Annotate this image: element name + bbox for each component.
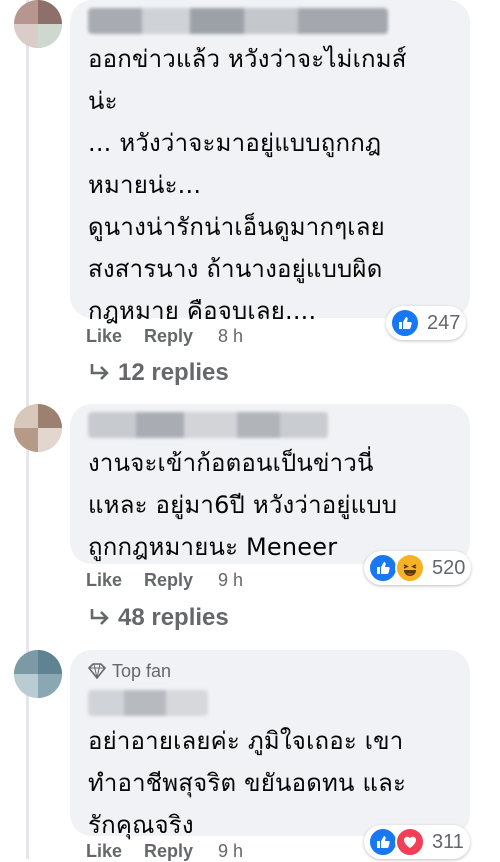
like-icon	[368, 827, 398, 857]
commenter-name-blurred[interactable]	[88, 412, 328, 438]
reaction-count: 520	[432, 556, 466, 579]
love-icon	[395, 827, 425, 857]
reply-arrow-icon	[90, 609, 109, 625]
comment-bubble: ออกข่าวแล้ว หวังว่าจะไม่เกมส์ น่ะ ... หว…	[70, 0, 470, 325]
like-icon	[368, 553, 398, 583]
comment-bubble: Top fan อย่าอายเลยค่ะ ภูมิใจเถอะ เขา ทำอ…	[70, 650, 470, 839]
reaction-count: 311	[432, 830, 464, 853]
commenter-name-blurred[interactable]	[88, 8, 388, 34]
timestamp[interactable]: 9 h	[218, 570, 243, 591]
like-button[interactable]: Like	[86, 326, 122, 347]
reaction-count: 247	[427, 311, 461, 334]
comment-bubble: งานจะเข้าก้อตอนเป็นข่าวนี่ แหละ อยู่มา6ป…	[70, 404, 470, 564]
reply-arrow-icon	[90, 364, 109, 380]
top-fan-label: Top fan	[112, 660, 172, 681]
reactions-summary[interactable]: 311	[364, 825, 470, 859]
comment-text: งานจะเข้าก้อตอนเป็นข่าวนี่ แหละ อยู่มา6ป…	[88, 449, 398, 561]
diamond-icon	[88, 663, 106, 679]
top-fan-badge: Top fan	[88, 658, 452, 684]
like-icon	[390, 308, 420, 338]
like-button[interactable]: Like	[86, 570, 122, 591]
view-replies-link[interactable]: 12 replies	[88, 359, 229, 387]
replies-count-label: 12 replies	[118, 359, 229, 386]
avatar[interactable]	[14, 650, 62, 698]
reactions-summary[interactable]: 520	[364, 551, 472, 585]
avatar[interactable]	[14, 0, 62, 48]
haha-icon	[395, 553, 425, 583]
reactions-summary[interactable]: 247	[386, 306, 467, 340]
timestamp[interactable]: 8 h	[218, 326, 243, 347]
replies-count-label: 48 replies	[118, 604, 229, 631]
reply-button[interactable]: Reply	[144, 570, 193, 591]
view-replies-link[interactable]: 48 replies	[88, 604, 229, 632]
commenter-name-blurred[interactable]	[88, 690, 208, 716]
avatar[interactable]	[14, 404, 62, 452]
reply-button[interactable]: Reply	[144, 326, 193, 347]
comment-text: ออกข่าวแล้ว หวังว่าจะไม่เกมส์ น่ะ ... หว…	[88, 45, 407, 325]
